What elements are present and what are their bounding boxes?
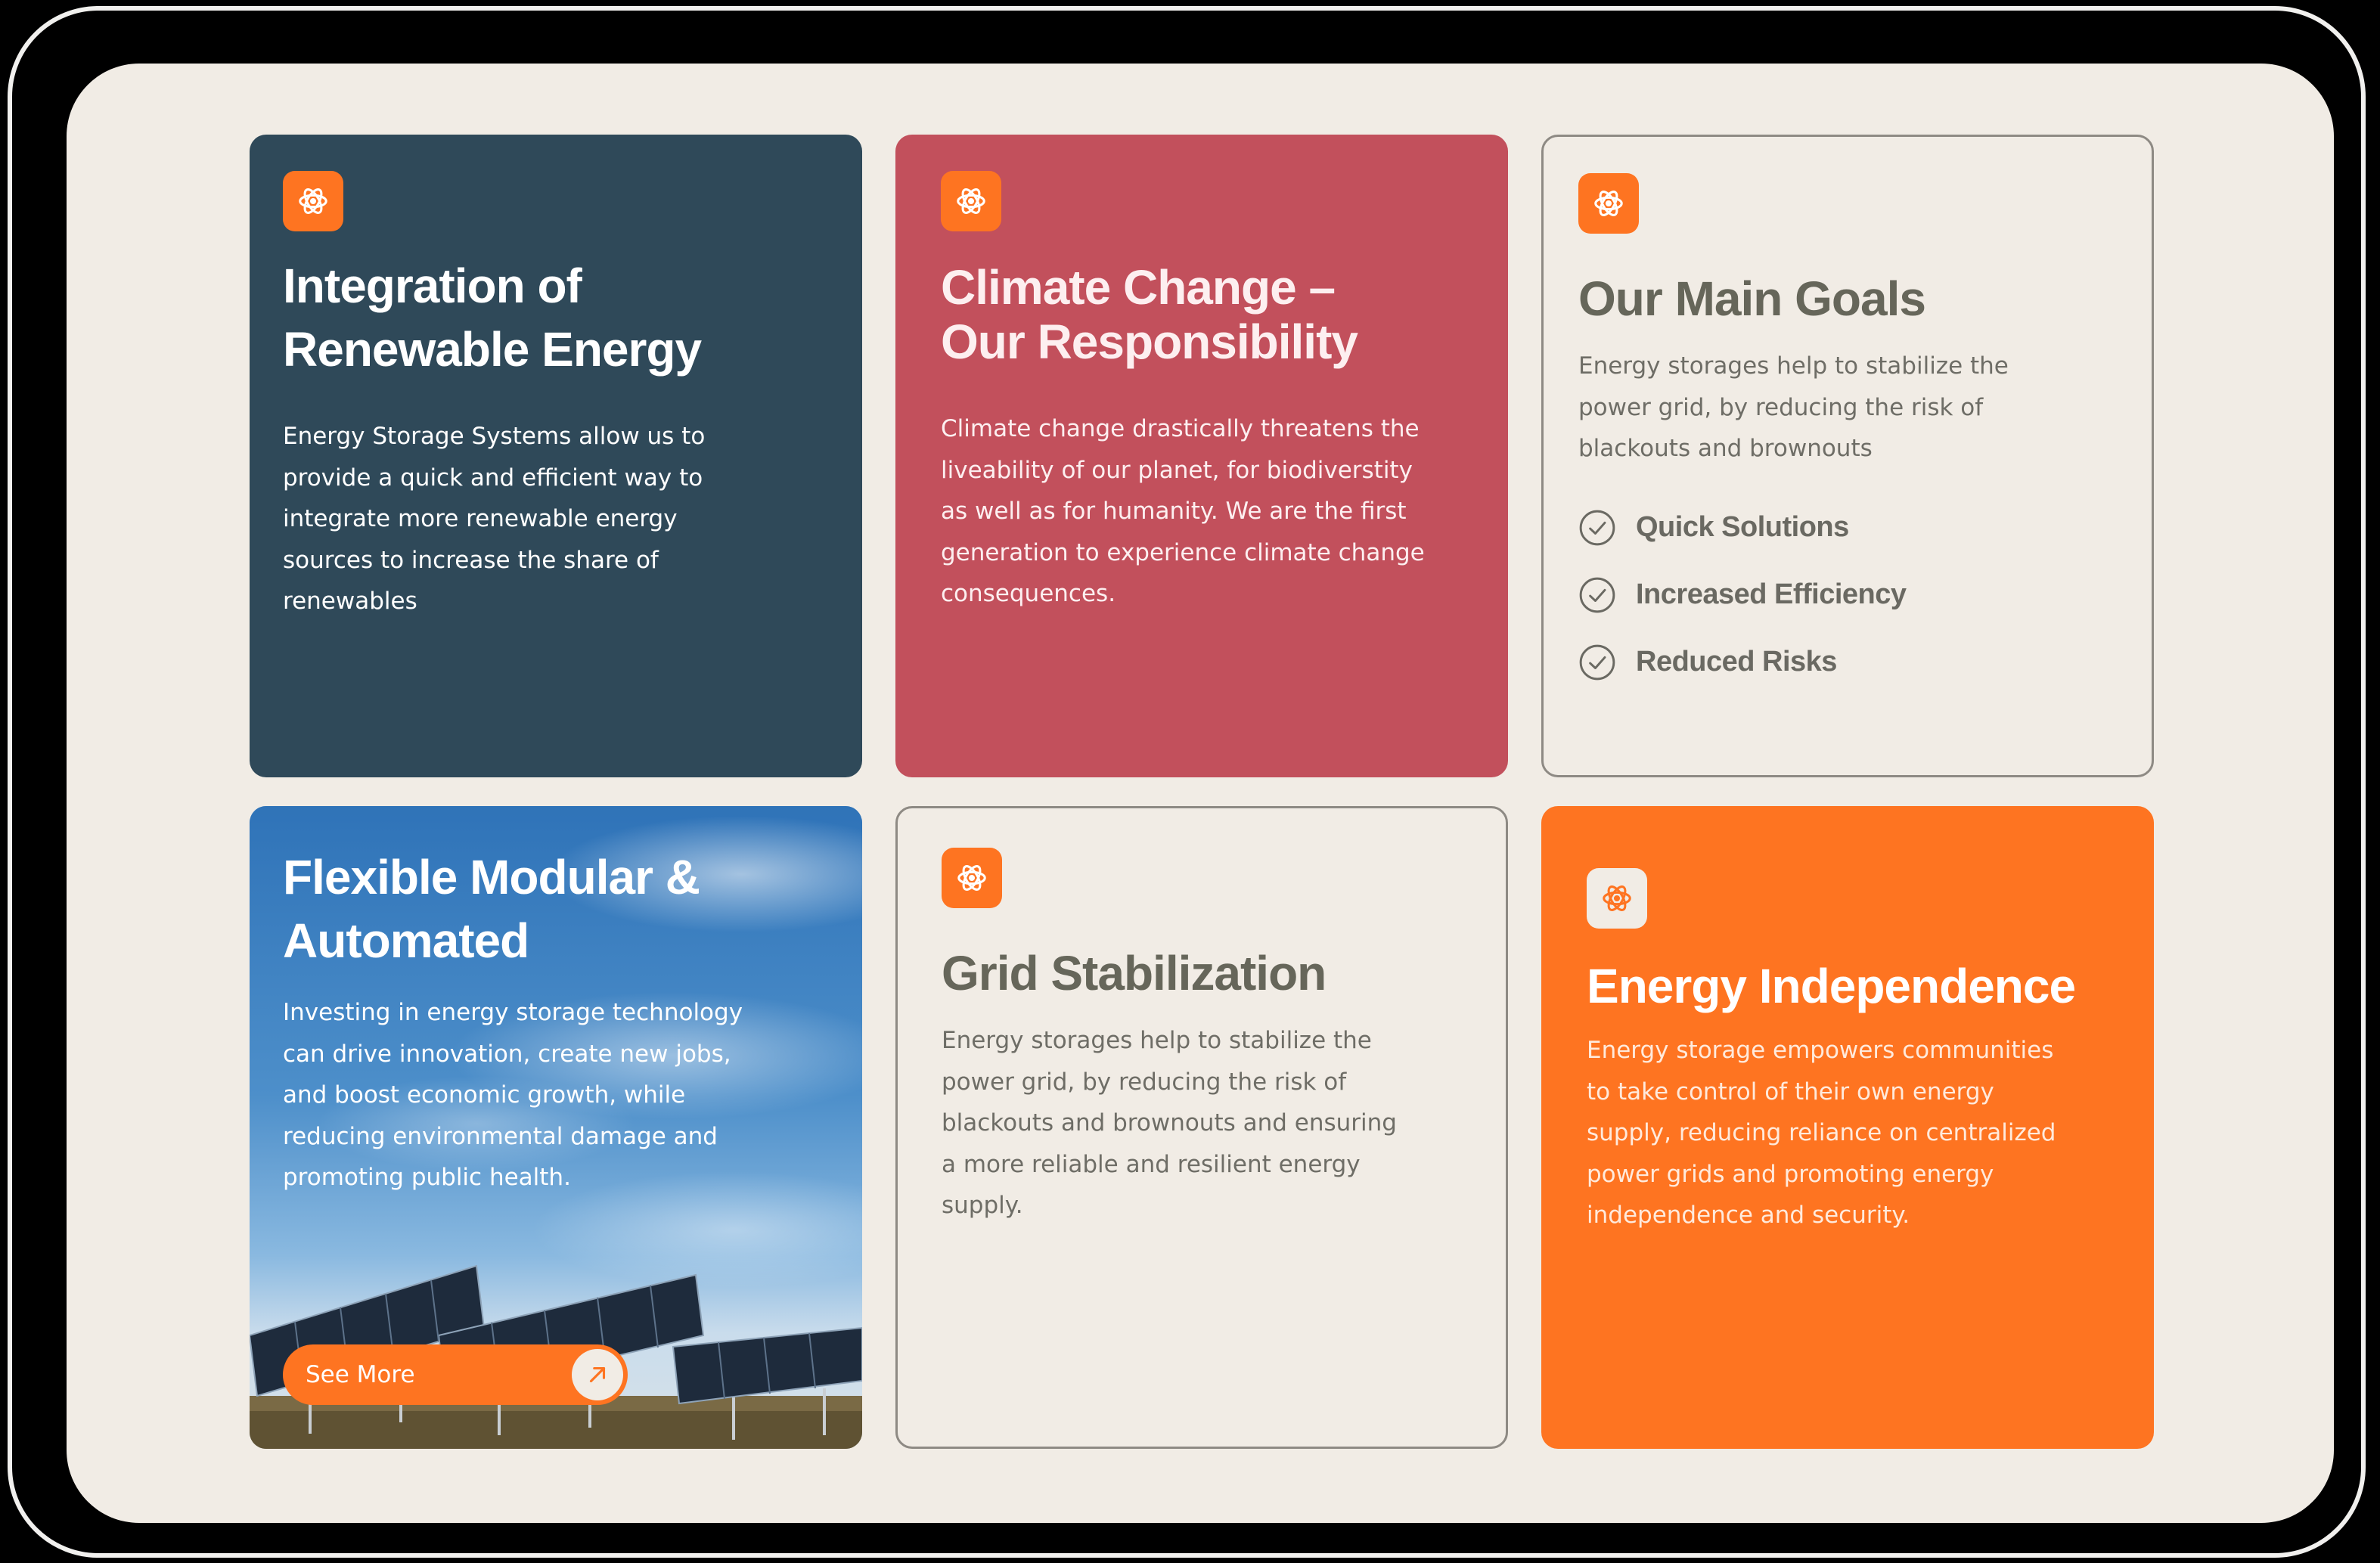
goal-item: Reduced Risks bbox=[1578, 628, 1907, 696]
device-frame: Integration of Renewable Energy Energy S… bbox=[8, 6, 2366, 1558]
card-body: Investing in energy storage technology c… bbox=[283, 999, 743, 1191]
atom-icon bbox=[1587, 868, 1647, 929]
card-body: Energy storage empowers communities to t… bbox=[1587, 1037, 2056, 1229]
card-title: Grid Stabilization bbox=[942, 946, 1327, 1000]
goal-item: Quick Solutions bbox=[1578, 494, 1907, 561]
card-energy-independence: Energy Independence Energy storage empow… bbox=[1541, 806, 2154, 1449]
card-title: Climate Change – Our Responsibility bbox=[941, 260, 1358, 369]
atom-icon bbox=[283, 171, 343, 231]
card-title: Our Main Goals bbox=[1578, 271, 1926, 326]
goals-list: Quick Solutions Increased Efficiency Red… bbox=[1578, 494, 1907, 696]
atom-icon bbox=[942, 848, 1002, 908]
card-title: Energy Independence bbox=[1587, 959, 2076, 1013]
check-circle-icon bbox=[1579, 510, 1615, 545]
card-title: Integration of Renewable Energy bbox=[283, 259, 702, 377]
atom-icon bbox=[941, 171, 1001, 231]
card-body: Energy Storage Systems allow us to provi… bbox=[283, 423, 706, 615]
card-title: Flexible Modular & Automated bbox=[283, 850, 700, 968]
atom-icon bbox=[1578, 173, 1639, 234]
card-climate-change: Climate Change – Our Responsibility Clim… bbox=[895, 135, 1508, 777]
card-renewable-energy: Integration of Renewable Energy Energy S… bbox=[250, 135, 862, 777]
card-grid-stabilization: Grid Stabilization Energy storages help … bbox=[895, 806, 1508, 1449]
card-body: Energy storages help to stabilize the po… bbox=[1578, 352, 2009, 462]
card-body: Energy storages help to stabilize the po… bbox=[942, 1027, 1397, 1219]
check-circle-icon bbox=[1579, 644, 1615, 680]
see-more-label: See More bbox=[306, 1361, 415, 1388]
arrow-up-right-icon bbox=[572, 1349, 623, 1400]
screen: Integration of Renewable Energy Energy S… bbox=[67, 64, 2334, 1523]
see-more-button[interactable]: See More bbox=[283, 1344, 628, 1405]
check-circle-icon bbox=[1579, 577, 1615, 612]
card-flexible-modular: Flexible Modular & Automated Investing i… bbox=[250, 806, 862, 1449]
card-body: Climate change drastically threatens the… bbox=[941, 415, 1425, 607]
feature-card-grid: Integration of Renewable Energy Energy S… bbox=[250, 135, 2154, 1450]
card-main-goals: Our Main Goals Energy storages help to s… bbox=[1541, 135, 2154, 777]
goal-item: Increased Efficiency bbox=[1578, 561, 1907, 628]
